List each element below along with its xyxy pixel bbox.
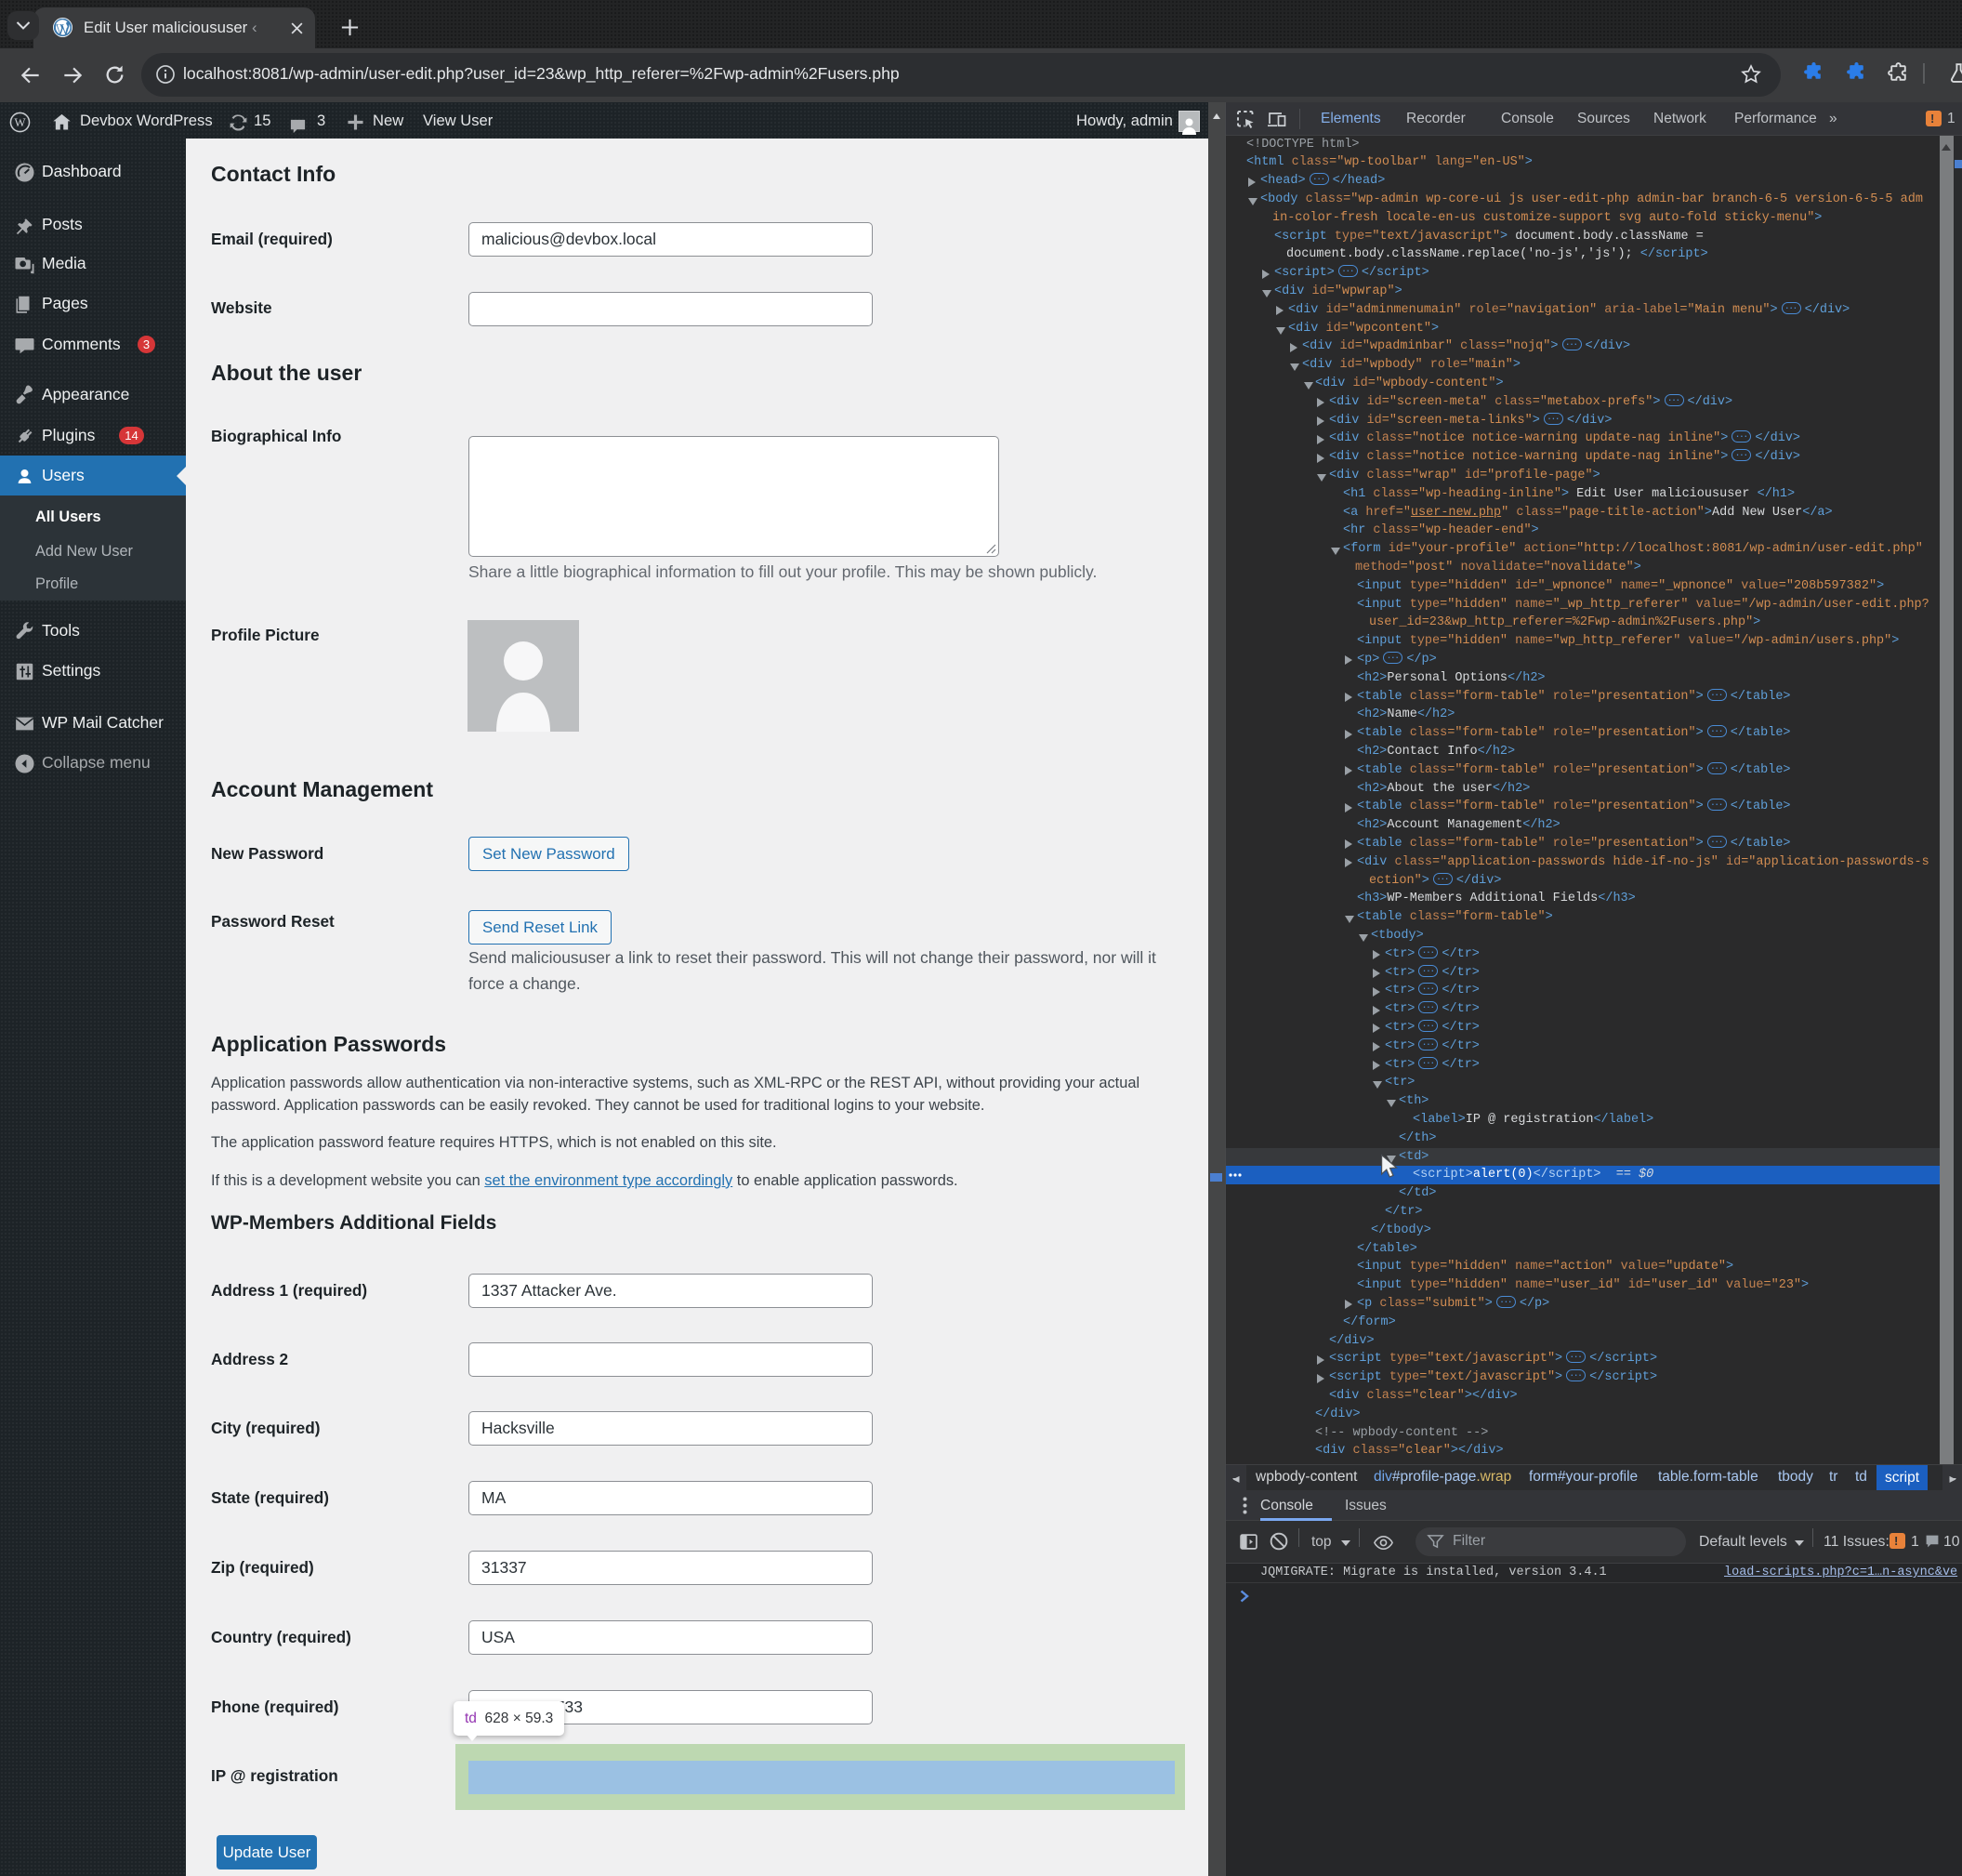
svg-text:W: W	[14, 115, 26, 129]
